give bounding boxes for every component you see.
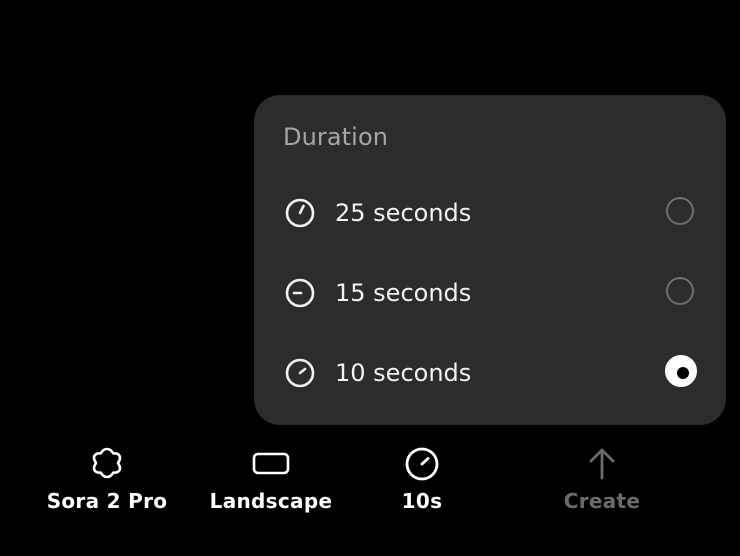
model-selector-button[interactable]: Sora 2 Pro (40, 440, 174, 520)
radio-button[interactable] (666, 197, 694, 225)
radio-button-selected[interactable] (665, 355, 697, 387)
duration-selector-button[interactable]: 10s (370, 440, 474, 520)
model-label: Sora 2 Pro (46, 489, 168, 513)
orientation-label: Landscape (209, 489, 333, 513)
flower-icon (92, 447, 122, 479)
arrow-up-icon (589, 448, 615, 480)
duration-option-label: 15 seconds (335, 279, 472, 307)
duration-label: 10s (401, 489, 443, 513)
create-label: Create (563, 489, 641, 513)
popover-title: Duration (283, 123, 389, 151)
orientation-selector-button[interactable]: Landscape (204, 440, 338, 520)
stopwatch-icon (405, 447, 439, 481)
create-button[interactable]: Create (552, 440, 652, 520)
duration-option-15[interactable]: 15 seconds (254, 261, 726, 325)
app-screen: Duration 25 seconds 15 seconds 10 second… (0, 0, 740, 556)
radio-button[interactable] (666, 277, 694, 305)
duration-option-10[interactable]: 10 seconds (254, 341, 726, 405)
stopwatch-15-icon (284, 277, 316, 309)
landscape-rect-icon (252, 452, 290, 475)
duration-option-25[interactable]: 25 seconds (254, 181, 726, 245)
stopwatch-25-icon (284, 197, 316, 229)
duration-option-label: 10 seconds (335, 359, 472, 387)
duration-option-label: 25 seconds (335, 199, 472, 227)
duration-popover: Duration 25 seconds 15 seconds 10 second… (254, 95, 726, 425)
stopwatch-10-icon (284, 357, 316, 389)
